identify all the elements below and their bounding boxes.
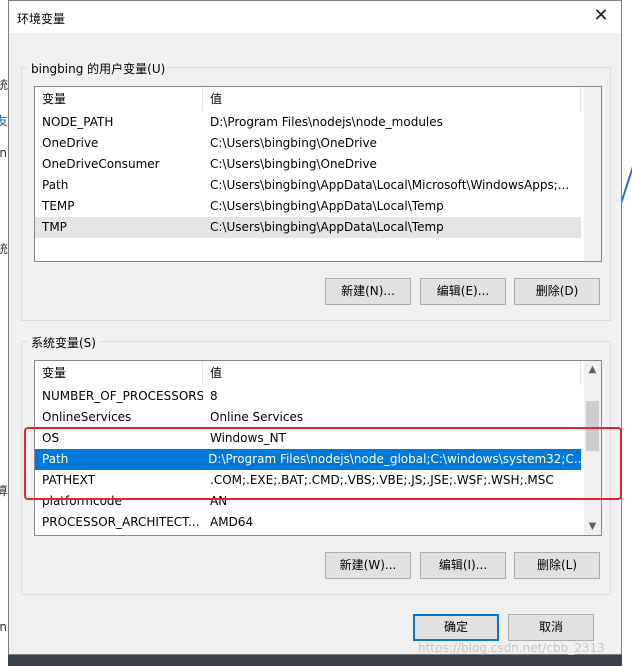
- variable-name: PROCESSOR_ARCHITECT...: [42, 515, 200, 529]
- system-variables-group: 系统变量(S) 变量 值 NUMBER_OF_PROCESSORS 8 Onlin…: [21, 334, 611, 595]
- system-edit-button[interactable]: 编辑(I)...: [420, 552, 506, 579]
- table-row[interactable]: PATHEXT .COM;.EXE;.BAT;.CMD;.VBS;.VBE;.JS…: [35, 470, 581, 491]
- variable-name: platformcode: [42, 494, 122, 508]
- variable-value: AN: [210, 494, 228, 508]
- variable-value: C:\Users\bingbing\OneDrive: [210, 136, 377, 150]
- system-delete-button[interactable]: 删除(L): [514, 552, 600, 579]
- close-button[interactable]: ✕: [581, 1, 621, 33]
- variable-name: PATHEXT: [42, 473, 96, 487]
- close-icon: ✕: [593, 5, 609, 26]
- background-window-edge-right: [622, 0, 632, 666]
- title-bar: 环境变量 ✕: [9, 1, 621, 33]
- background-fragment: 统: [0, 78, 9, 92]
- variable-name: TEMP: [42, 199, 75, 213]
- cancel-button[interactable]: 取消: [508, 614, 594, 641]
- user-variables-group: bingbing 的用户变量(U) 变量 值 NODE_PATH D:\Progr…: [21, 60, 611, 321]
- variable-value: .COM;.EXE;.BAT;.CMD;.VBS;.VBE;.JS;.JSE;.…: [210, 473, 554, 487]
- user-variables-label: bingbing 的用户变量(U): [28, 60, 169, 77]
- table-row[interactable]: Path C:\Users\bingbing\AppData\Local\Micr…: [35, 175, 581, 196]
- table-row[interactable]: OneDriveConsumer C:\Users\bingbing\OneDri…: [35, 154, 581, 175]
- list-header: 变量 值: [35, 361, 581, 385]
- variable-name: TMP: [42, 220, 67, 234]
- watermark: https://blog.csdn.net/cbb_2313: [418, 641, 605, 655]
- variable-value: C:\Users\bingbing\AppData\Local\Microsof…: [210, 178, 570, 192]
- table-row[interactable]: PROCESSOR_ARCHITECT... AMD64: [35, 512, 581, 533]
- variable-value: C:\Users\bingbing\AppData\Local\Temp: [210, 199, 444, 213]
- column-header-variable[interactable]: 变量: [35, 361, 203, 385]
- table-row-selected[interactable]: Path D:\Program Files\nodejs\node_global;…: [35, 449, 581, 470]
- column-header-value[interactable]: 值: [203, 361, 581, 385]
- variable-name: Path: [42, 452, 69, 466]
- user-new-button[interactable]: 新建(N)...: [325, 278, 411, 305]
- table-row[interactable]: TMP C:\Users\bingbing\AppData\Local\Temp: [35, 217, 581, 238]
- variable-value: D:\Program Files\nodejs\node_modules: [210, 115, 443, 129]
- user-delete-button[interactable]: 删除(D): [514, 278, 600, 305]
- variable-name: Path: [42, 178, 69, 192]
- system-variables-list[interactable]: 变量 值 NUMBER_OF_PROCESSORS 8 OnlineService…: [34, 360, 602, 536]
- column-header-value[interactable]: 值: [203, 87, 581, 111]
- background-fragment: in: [0, 620, 7, 634]
- variable-value: D:\Program Files\nodejs\node_global;C:\w…: [208, 452, 581, 466]
- variable-name: OS: [42, 431, 60, 445]
- variable-name: NUMBER_OF_PROCESSORS: [42, 389, 203, 403]
- variable-name: OneDriveConsumer: [42, 157, 160, 171]
- user-variables-list[interactable]: 变量 值 NODE_PATH D:\Program Files\nodejs\no…: [34, 86, 602, 262]
- background-fragment: 算: [0, 484, 9, 498]
- vertical-scrollbar[interactable]: ▲ ▼: [584, 361, 601, 535]
- variable-value: C:\Users\bingbing\AppData\Local\Temp: [210, 220, 444, 234]
- variable-value: AMD64: [210, 515, 254, 529]
- variable-value: 8: [210, 389, 218, 403]
- variable-name: OneDrive: [42, 136, 99, 150]
- table-row[interactable]: OnlineServices Online Services: [35, 407, 581, 428]
- table-row[interactable]: NODE_PATH D:\Program Files\nodejs\node_mo…: [35, 112, 581, 133]
- column-header-variable[interactable]: 变量: [35, 87, 203, 111]
- variable-value: C:\Users\bingbing\OneDrive: [210, 157, 377, 171]
- scroll-thumb[interactable]: [586, 401, 599, 451]
- variable-value: Online Services: [210, 410, 304, 424]
- table-row[interactable]: NUMBER_OF_PROCESSORS 8: [35, 386, 581, 407]
- scroll-up-icon[interactable]: ▲: [584, 361, 601, 378]
- list-header: 变量 值: [35, 87, 581, 111]
- ok-button[interactable]: 确定: [413, 614, 499, 641]
- table-row[interactable]: platformcode AN: [35, 491, 581, 512]
- scroll-down-icon[interactable]: ▼: [584, 518, 601, 535]
- vertical-scrollbar[interactable]: [584, 87, 601, 261]
- dialog-title: 环境变量: [17, 12, 66, 26]
- system-new-button[interactable]: 新建(W)...: [325, 552, 411, 579]
- variable-name: NODE_PATH: [42, 115, 114, 129]
- user-edit-button[interactable]: 编辑(E)...: [420, 278, 506, 305]
- table-row[interactable]: OneDrive C:\Users\bingbing\OneDrive: [35, 133, 581, 154]
- variable-value: Windows_NT: [210, 431, 286, 445]
- system-variables-label: 系统变量(S): [28, 334, 99, 351]
- variable-name: OnlineServices: [42, 410, 132, 424]
- background-window-edge: 统 友 in 统 算 in: [0, 0, 8, 666]
- background-fragment: 统: [0, 242, 9, 256]
- environment-variables-dialog: 环境变量 ✕ bingbing 的用户变量(U) 变量 值 NODE_PATH D…: [8, 0, 622, 655]
- table-row[interactable]: OS Windows_NT: [35, 428, 581, 449]
- table-row[interactable]: TEMP C:\Users\bingbing\AppData\Local\Temp: [35, 196, 581, 217]
- background-fragment: in: [0, 146, 7, 160]
- background-fragment: 友: [0, 114, 9, 128]
